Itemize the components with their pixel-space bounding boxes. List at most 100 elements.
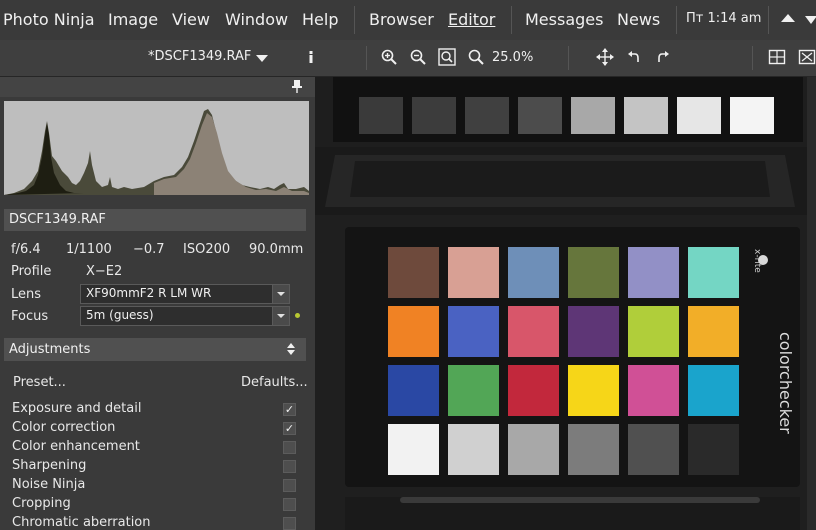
adjustment-item-label[interactable]: Chromatic aberration bbox=[12, 515, 151, 530]
adjustment-item-label[interactable]: Cropping bbox=[12, 496, 71, 511]
collapse-up-icon[interactable] bbox=[781, 14, 795, 22]
menu-view[interactable]: View bbox=[172, 10, 210, 29]
adjustment-item-label[interactable]: Color enhancement bbox=[12, 439, 140, 454]
adjustment-item-label[interactable]: Exposure and detail bbox=[12, 401, 141, 416]
mode-browser[interactable]: Browser bbox=[369, 10, 434, 29]
close-view-icon[interactable] bbox=[798, 48, 816, 66]
focus-value: 5m (guess) bbox=[86, 308, 154, 322]
color-patch bbox=[448, 306, 499, 357]
color-patch bbox=[628, 247, 679, 298]
exif-shutter: 1/1100 bbox=[66, 242, 112, 257]
color-patch bbox=[688, 247, 739, 298]
top-gray-patch bbox=[518, 97, 562, 134]
menu-help[interactable]: Help bbox=[302, 10, 338, 29]
color-patch bbox=[388, 306, 439, 357]
file-dropdown-icon[interactable] bbox=[256, 55, 268, 62]
top-gray-patch bbox=[359, 97, 403, 134]
lens-label: Lens bbox=[11, 287, 42, 302]
zoom-fit-icon[interactable] bbox=[438, 48, 456, 66]
adjustment-item-label[interactable]: Color correction bbox=[12, 420, 115, 435]
x-rite-logo-mark bbox=[758, 255, 768, 265]
color-patch bbox=[448, 247, 499, 298]
top-gray-patch bbox=[465, 97, 509, 134]
menu-news[interactable]: News bbox=[617, 10, 660, 29]
adjustment-checkbox[interactable]: ✓ bbox=[283, 422, 296, 435]
pin-icon[interactable] bbox=[292, 80, 302, 93]
color-patch bbox=[568, 365, 619, 416]
adjustment-checkbox[interactable] bbox=[283, 460, 296, 473]
menu-separator bbox=[511, 6, 512, 34]
adjustment-checkbox[interactable] bbox=[283, 441, 296, 454]
color-patch bbox=[508, 365, 559, 416]
zoom-level-icon[interactable] bbox=[467, 48, 485, 66]
rotate-right-icon[interactable] bbox=[654, 48, 672, 66]
color-patch bbox=[688, 424, 739, 475]
menu-app-name[interactable]: Photo Ninja bbox=[3, 10, 95, 29]
focus-label: Focus bbox=[11, 309, 49, 324]
menu-image[interactable]: Image bbox=[108, 10, 158, 29]
adjustment-checkbox[interactable]: ✓ bbox=[283, 403, 296, 416]
zoom-value[interactable]: 25.0% bbox=[492, 50, 533, 65]
color-patch bbox=[508, 424, 559, 475]
exif-iso: ISO200 bbox=[183, 242, 231, 257]
exif-aperture: f/6.4 bbox=[11, 242, 41, 257]
menu-messages[interactable]: Messages bbox=[525, 10, 603, 29]
top-gray-patch bbox=[412, 97, 456, 134]
color-patch bbox=[688, 365, 739, 416]
chevron-down-icon[interactable] bbox=[272, 307, 289, 325]
top-gray-patch bbox=[624, 97, 668, 134]
rotate-left-icon[interactable] bbox=[625, 48, 643, 66]
chevron-down-icon[interactable] bbox=[272, 285, 289, 303]
zoom-out-icon[interactable] bbox=[409, 48, 427, 66]
info-icon[interactable] bbox=[302, 48, 320, 66]
colorchecker-brand-text: colorchecker bbox=[776, 332, 795, 434]
top-gray-patch bbox=[571, 97, 615, 134]
menu-separator bbox=[354, 6, 355, 34]
defaults-button[interactable]: Defaults... bbox=[241, 375, 308, 390]
clock: Пт 1:14 am bbox=[686, 11, 762, 26]
panel-pin-bar bbox=[0, 77, 315, 97]
color-patch bbox=[568, 424, 619, 475]
vertical-scrollbar[interactable] bbox=[807, 77, 816, 530]
color-patch bbox=[388, 247, 439, 298]
color-patch bbox=[628, 306, 679, 357]
focus-status-dot bbox=[295, 313, 300, 318]
adjustments-header[interactable]: Adjustments bbox=[4, 338, 306, 361]
adjustment-item-label[interactable]: Noise Ninja bbox=[12, 477, 85, 492]
pan-move-icon[interactable] bbox=[596, 48, 614, 66]
focus-dropdown[interactable]: 5m (guess) bbox=[80, 306, 290, 326]
image-canvas[interactable]: colorchecker x-rite bbox=[315, 77, 807, 530]
color-patch bbox=[508, 306, 559, 357]
adjustment-checkbox[interactable] bbox=[283, 498, 296, 511]
file-name-title[interactable]: *DSCF1349.RAF bbox=[148, 49, 251, 64]
toolbar-separator bbox=[366, 46, 367, 70]
updown-arrows-icon[interactable] bbox=[287, 343, 295, 355]
menu-separator bbox=[676, 6, 677, 34]
file-name-header: DSCF1349.RAF bbox=[4, 209, 306, 231]
adjustment-item-label[interactable]: Sharpening bbox=[12, 458, 86, 473]
menu-window[interactable]: Window bbox=[225, 10, 288, 29]
adjustments-title: Adjustments bbox=[9, 342, 91, 357]
color-patch bbox=[568, 306, 619, 357]
color-patch bbox=[688, 306, 739, 357]
exif-exposure-comp: −0.7 bbox=[133, 242, 165, 257]
histogram bbox=[4, 101, 309, 195]
top-gray-patch bbox=[677, 97, 721, 134]
zoom-in-icon[interactable] bbox=[380, 48, 398, 66]
color-patch bbox=[508, 247, 559, 298]
color-patch bbox=[388, 365, 439, 416]
exif-focal-length: 90.0mm bbox=[249, 242, 304, 257]
color-patch bbox=[448, 365, 499, 416]
expand-down-icon[interactable] bbox=[805, 16, 816, 24]
color-patch bbox=[448, 424, 499, 475]
mode-editor[interactable]: Editor bbox=[448, 10, 495, 29]
adjustment-checkbox[interactable] bbox=[283, 517, 296, 530]
adjustment-checkbox[interactable] bbox=[283, 479, 296, 492]
grid-layout-icon[interactable] bbox=[768, 48, 786, 66]
lens-dropdown[interactable]: XF90mmF2 R LM WR bbox=[80, 284, 290, 304]
color-patch bbox=[568, 247, 619, 298]
profile-label: Profile bbox=[11, 264, 52, 279]
toolbar-separator bbox=[752, 46, 753, 70]
menu-separator bbox=[768, 6, 769, 34]
preset-button[interactable]: Preset... bbox=[13, 375, 66, 390]
